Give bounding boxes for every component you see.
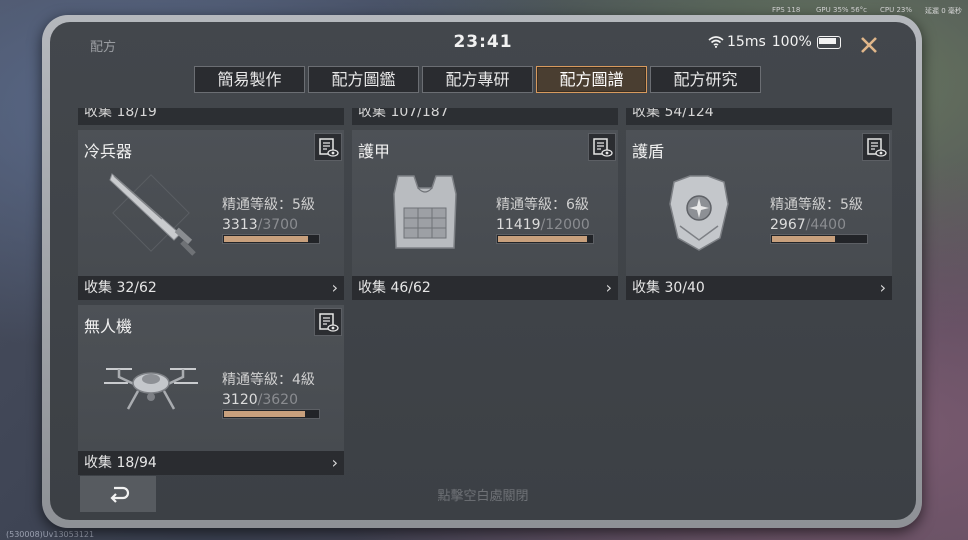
document-eye-icon [593, 138, 613, 157]
category-card-drone[interactable]: 無人機 精通等級：4級 3120/3620 收集 18/94 › [78, 305, 344, 475]
exp-readout: 11419/12000 [496, 217, 590, 233]
document-eye-icon [867, 138, 887, 157]
collect-row[interactable]: 收集 30/40 › [626, 276, 892, 300]
collect-row[interactable]: 收集 32/62 › [78, 276, 344, 300]
collect-text: 收集 54/124 [632, 108, 714, 120]
progress-fill [224, 411, 306, 417]
preview-button[interactable] [588, 133, 616, 161]
collect-row-partial[interactable]: 收集 107/187 [352, 108, 618, 125]
collect-text: 收集 107/187 [358, 108, 449, 120]
progress-fill [772, 236, 836, 242]
collect-text: 收集 30/40 [632, 280, 705, 296]
recipe-panel: 配方 23:41 15ms 100% 簡易製作 配方圖鑑 配方專研 配方圖譜 配… [50, 22, 916, 520]
gpu-readout: GPU 35% 56°c [816, 6, 868, 14]
progress-fill [224, 236, 309, 242]
chevron-right-icon: › [331, 453, 338, 472]
close-button[interactable] [854, 32, 884, 58]
preview-button[interactable] [314, 133, 342, 161]
mastery-level: 精通等級：5級 [222, 197, 315, 213]
armor-vest-icon [393, 175, 457, 249]
battery-text: 100% [771, 34, 812, 50]
wifi-icon [708, 36, 724, 48]
mastery-level: 精通等級：6級 [496, 197, 589, 213]
collect-text: 收集 32/62 [84, 280, 157, 296]
collect-row-partial[interactable]: 收集 18/19 [78, 108, 344, 125]
exp-max: /12000 [540, 217, 590, 233]
chevron-right-icon: › [331, 278, 338, 297]
collect-row[interactable]: 收集 46/62 › [352, 276, 618, 300]
fps-readout: FPS 118 [772, 6, 801, 14]
close-icon [861, 37, 877, 53]
progress-fill [498, 236, 588, 242]
debug-id-text: (530008)Uv13053121 [6, 530, 95, 539]
tab-recipe-study[interactable]: 配方專研 [422, 66, 533, 93]
collect-text: 收集 18/19 [84, 108, 157, 120]
tab-simple-craft[interactable]: 簡易製作 [194, 66, 305, 93]
exp-max: /3620 [257, 392, 298, 408]
exp-max: /4400 [805, 217, 846, 233]
mastery-progress-bar [222, 409, 320, 419]
mastery-level: 精通等級：4級 [222, 372, 315, 388]
tab-recipe-atlas[interactable]: 配方圖譜 [536, 66, 647, 93]
exp-readout: 3313/3700 [222, 217, 298, 233]
close-hint-text: 點擊空白處關閉 [437, 489, 529, 504]
exp-readout: 3120/3620 [222, 392, 298, 408]
tab-bar: 簡易製作 配方圖鑑 配方專研 配方圖譜 配方研究 [194, 66, 761, 93]
mastery-progress-bar [770, 234, 868, 244]
card-title: 冷兵器 [84, 142, 133, 161]
exp-readout: 2967/4400 [770, 217, 846, 233]
exp-max: /3700 [257, 217, 298, 233]
preview-button[interactable] [862, 133, 890, 161]
cpu-readout: CPU 23% [880, 6, 913, 14]
exp-current: 2967 [770, 217, 806, 233]
document-eye-icon [319, 138, 339, 157]
latency-readout: 延遲 0 毫秒 [925, 7, 962, 15]
tab-recipe-research[interactable]: 配方研究 [650, 66, 761, 93]
exp-current: 11419 [496, 217, 541, 233]
ping-text: 15ms [727, 34, 766, 50]
category-card-shield[interactable]: 護盾 精通等級：5級 2967/4400 收集 30/40 › [626, 130, 892, 300]
exp-current: 3313 [222, 217, 258, 233]
collect-text: 收集 46/62 [358, 280, 431, 296]
mastery-level: 精通等級：5級 [770, 197, 863, 213]
category-card-melee[interactable]: 冷兵器 精通等級：5級 3313/3700 收集 32/62 › [78, 130, 344, 300]
mastery-progress-bar [496, 234, 594, 244]
chevron-right-icon: › [879, 278, 886, 297]
document-eye-icon [319, 313, 339, 332]
collect-text: 收集 18/94 [84, 455, 157, 471]
battery-icon [816, 35, 841, 49]
collect-row[interactable]: 收集 18/94 › [78, 451, 344, 475]
card-title: 護甲 [358, 142, 391, 161]
collect-row-partial[interactable]: 收集 54/124 [626, 108, 892, 125]
tab-recipe-catalog[interactable]: 配方圖鑑 [308, 66, 419, 93]
category-card-armor[interactable]: 護甲 精通等級：6級 11419/12000 收集 46/62 › [352, 130, 618, 300]
status-indicators: 15ms 100% [708, 34, 841, 50]
card-title: 無人機 [84, 317, 133, 336]
chevron-right-icon: › [605, 278, 612, 297]
card-title: 護盾 [632, 142, 665, 161]
recipe-grid: 收集 18/19 收集 107/187 收集 54/124 冷兵器 精通等級：5… [78, 108, 898, 478]
melee-blade-icon [109, 173, 196, 256]
preview-button[interactable] [314, 308, 342, 336]
drone-icon [104, 368, 198, 410]
exp-current: 3120 [222, 392, 258, 408]
mastery-progress-bar [222, 234, 320, 244]
shield-icon [669, 175, 729, 251]
